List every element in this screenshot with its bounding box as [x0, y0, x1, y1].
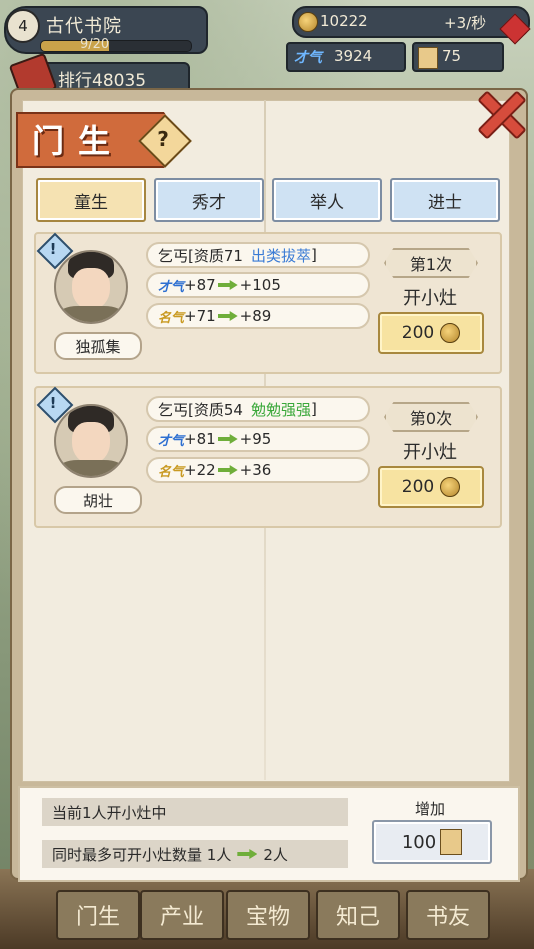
talent-row: 才气 +81 +95	[146, 426, 370, 452]
student-identity: 乞丐[资质71 出类拔萃 ]	[146, 242, 370, 268]
talent-from: +81	[184, 430, 216, 448]
exclamation-icon[interactable]: !	[42, 238, 64, 260]
add-capacity-button[interactable]: 100	[372, 820, 492, 864]
talent-value: 3924	[334, 47, 373, 65]
coin-icon	[440, 477, 461, 497]
panel-title: 门生	[32, 122, 125, 160]
fame-row: 名气 +22 +36	[146, 457, 370, 483]
nav-treasure[interactable]: 宝物	[226, 890, 310, 940]
student-name: 胡壮	[54, 486, 142, 514]
tutor-cost: 200	[401, 477, 435, 497]
arrow-right-icon	[217, 465, 238, 475]
question-icon[interactable]: ?	[146, 122, 180, 156]
fame-glyph-icon: 名气	[158, 464, 185, 480]
tab-tongsheng[interactable]: 童生	[36, 178, 146, 222]
action-label: 开小灶	[403, 442, 457, 463]
coin-icon	[440, 323, 461, 343]
grade-suffix: ]	[310, 400, 317, 418]
book-counter: 75	[412, 42, 504, 72]
tutor-cost: 200	[401, 323, 435, 343]
talent-counter: 才气 3924	[286, 42, 406, 72]
identity-text: 乞丐[资质71	[158, 246, 243, 265]
talent-from: +87	[184, 276, 216, 294]
talent-to: +105	[239, 276, 281, 294]
nav-confidant[interactable]: 知己	[316, 890, 400, 940]
add-label: 增加	[414, 800, 445, 818]
fame-from: +71	[184, 307, 216, 325]
fame-to: +89	[239, 307, 272, 325]
level-badge: 4	[6, 9, 40, 43]
coin-icon	[298, 12, 318, 32]
tutor-button[interactable]: 200	[378, 466, 484, 508]
grade-text: 勉勉强强	[250, 400, 311, 419]
student-portrait	[54, 404, 128, 478]
grade-text: 出类拔萃	[250, 246, 311, 265]
tutoring-count: 第1次	[384, 248, 478, 278]
academy-name: 古代书院	[46, 16, 122, 37]
book-icon	[418, 47, 438, 69]
identity-text: 乞丐[资质54	[158, 400, 243, 419]
arrow-right-icon	[217, 434, 238, 444]
add-cost: 100	[401, 831, 437, 853]
nav-bookfriends[interactable]: 书友	[406, 890, 490, 940]
student-portrait	[54, 250, 128, 324]
tab-juren[interactable]: 举人	[272, 178, 382, 222]
max-status-prefix: 同时最多可开小灶数量 1人	[52, 845, 232, 864]
arrow-right-icon	[217, 280, 238, 290]
tutoring-count: 第0次	[384, 402, 478, 432]
action-label: 开小灶	[403, 288, 457, 309]
progress-bar	[40, 40, 192, 52]
fame-glyph-icon: 名气	[158, 310, 185, 326]
talent-row: 才气 +87 +105	[146, 272, 370, 298]
student-name: 独孤集	[54, 332, 142, 360]
book-icon	[440, 829, 463, 855]
max-status-next: 2人	[263, 845, 288, 864]
progress-text: 9/20	[80, 37, 110, 52]
student-identity: 乞丐[资质54 勉勉强强 ]	[146, 396, 370, 422]
grade-suffix: ]	[310, 246, 317, 264]
talent-glyph-icon: 才气	[158, 279, 185, 295]
fame-to: +36	[239, 461, 272, 479]
tab-xiucai[interactable]: 秀才	[154, 178, 264, 222]
tab-jinshi[interactable]: 进士	[390, 178, 500, 222]
arrow-right-icon	[237, 849, 258, 859]
book-value: 75	[442, 47, 462, 65]
talent-glyph-icon: 才气	[158, 433, 185, 449]
max-tutoring-status: 同时最多可开小灶数量 1人 2人	[42, 840, 348, 868]
close-button[interactable]	[470, 82, 530, 142]
arrow-right-icon	[217, 311, 238, 321]
talent-icon: 才气	[294, 50, 322, 66]
coin-value: 10222	[320, 12, 368, 30]
talent-to: +95	[239, 430, 272, 448]
nav-students[interactable]: 门生	[56, 890, 140, 940]
fame-row: 名气 +71 +89	[146, 303, 370, 329]
exclamation-icon[interactable]: !	[42, 392, 64, 414]
tutor-button[interactable]: 200	[378, 312, 484, 354]
coin-counter: 10222 +3/秒	[292, 6, 530, 38]
nav-industry[interactable]: 产业	[140, 890, 224, 940]
coin-rate: +3/秒	[444, 14, 487, 32]
current-tutoring-status: 当前1人开小灶中	[42, 798, 348, 826]
fame-from: +22	[184, 461, 216, 479]
